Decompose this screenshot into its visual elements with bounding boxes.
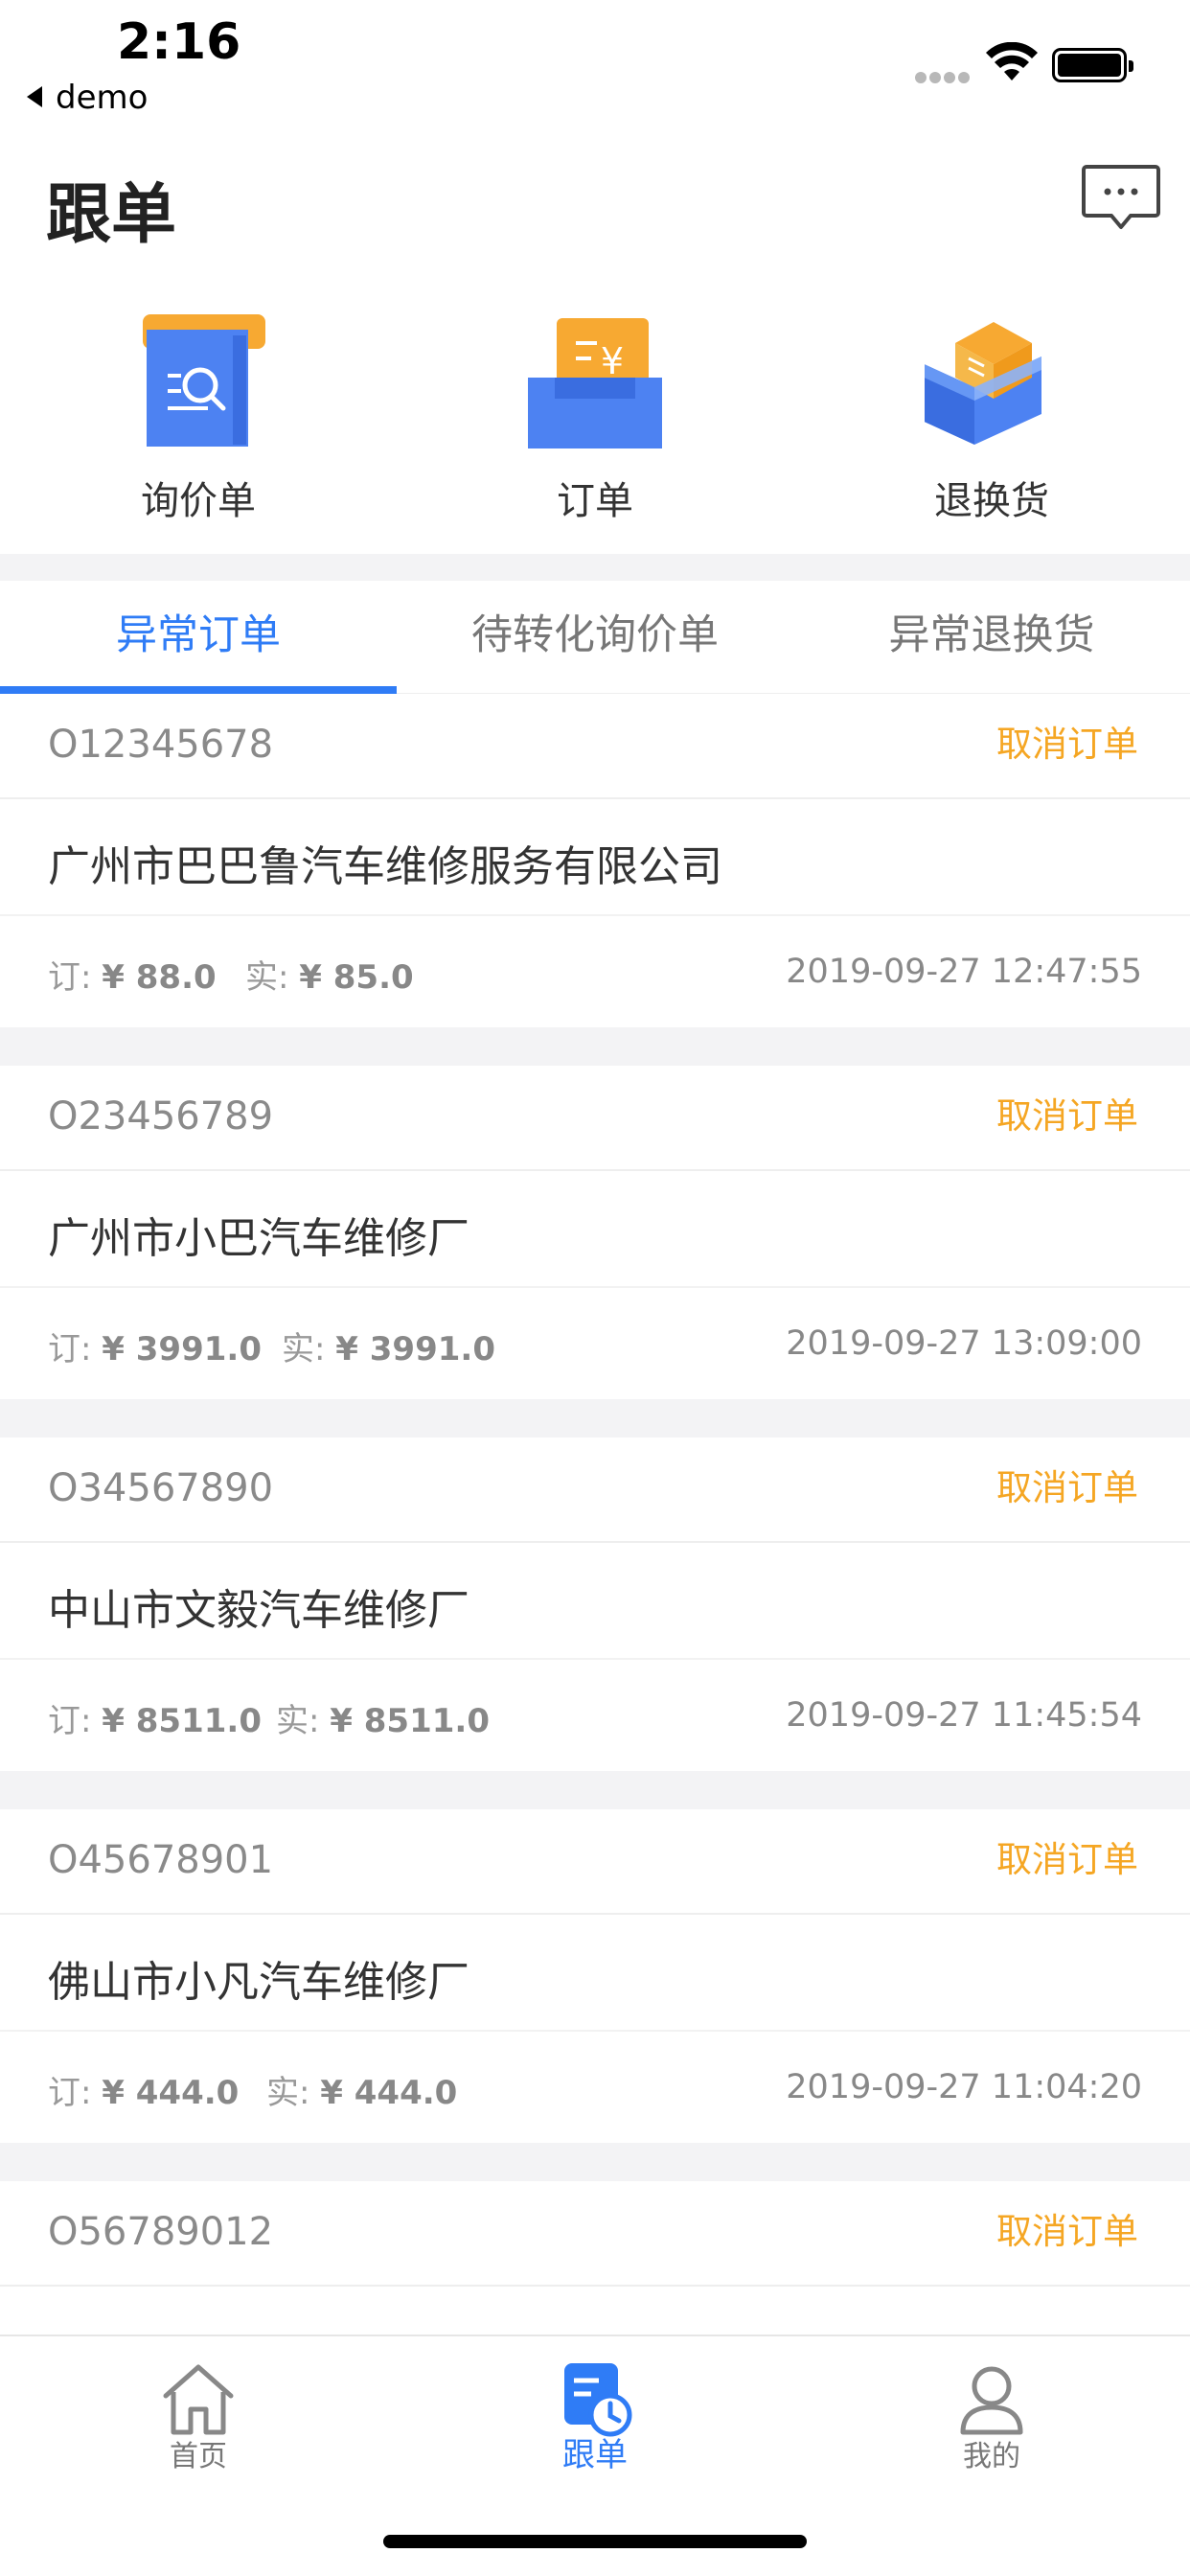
back-triangle-icon	[27, 85, 42, 107]
order-tray-icon: ¥	[528, 318, 662, 448]
shortcut-label: 询价单	[141, 479, 256, 523]
order-price: 订: ¥ 88.0	[48, 958, 217, 997]
order-time: 2019-09-27 11:45:54	[786, 1696, 1142, 1735]
battery-icon	[1052, 48, 1133, 82]
order-time: 2019-09-27 13:09:00	[786, 1324, 1142, 1363]
order-number: O12345678	[48, 723, 274, 767]
order-tabs: 异常订单 待转化询价单 异常退换货	[0, 581, 1190, 694]
cancel-order-button[interactable]: 取消订单	[996, 1830, 1138, 1882]
actual-price: 实: ¥ 3991.0	[282, 1330, 495, 1368]
profile-icon	[960, 2366, 1023, 2435]
shortcut-return[interactable]: 退换货	[793, 305, 1190, 544]
cancel-order-button[interactable]: 取消订单	[996, 1087, 1138, 1138]
back-to-app-link[interactable]: demo	[27, 79, 148, 117]
follow-order-icon	[564, 2363, 632, 2437]
cancel-order-button[interactable]: 取消订单	[996, 2202, 1138, 2254]
tab-bar-label: 首页	[170, 2440, 227, 2473]
tab-bar-profile[interactable]: 我的	[793, 2336, 1190, 2480]
order-card[interactable]: O12345678 取消订单 广州市巴巴鲁汽车维修服务有限公司 订: ¥ 88.…	[0, 694, 1190, 1027]
order-price: 订: ¥ 8511.0	[48, 1702, 262, 1740]
cancel-order-button[interactable]: 取消订单	[996, 715, 1138, 767]
tab-bar-label: 我的	[963, 2440, 1020, 2473]
status-time: 2:16	[117, 13, 241, 71]
order-gap	[0, 2143, 1190, 2181]
active-tab-indicator	[0, 686, 397, 694]
order-card[interactable]: O23456789 取消订单 广州市小巴汽车维修厂 订: ¥ 3991.0 实:…	[0, 1066, 1190, 1399]
company-name: 广州市巴巴鲁汽车维修服务有限公司	[48, 842, 722, 891]
order-time: 2019-09-27 11:04:20	[786, 2068, 1142, 2106]
order-list: O12345678 取消订单 广州市巴巴鲁汽车维修服务有限公司 订: ¥ 88.…	[0, 694, 1190, 2287]
order-number: O56789012	[48, 2210, 274, 2254]
svg-text:¥: ¥	[601, 340, 624, 382]
order-number: O23456789	[48, 1094, 274, 1138]
page-title: 跟单	[46, 177, 177, 253]
order-gap	[0, 1771, 1190, 1809]
home-icon	[163, 2364, 234, 2435]
shortcut-order[interactable]: ¥ 订单	[397, 305, 793, 544]
company-name: 中山市文毅汽车维修厂	[48, 1586, 469, 1635]
order-card[interactable]: O34567890 取消订单 中山市文毅汽车维修厂 订: ¥ 8511.0 实:…	[0, 1438, 1190, 1771]
tab-pending-inquiries[interactable]: 待转化询价单	[397, 581, 793, 694]
order-number: O45678901	[48, 1838, 274, 1882]
order-price: 订: ¥ 3991.0	[48, 1330, 262, 1368]
actual-price: 实: ¥ 8511.0	[276, 1702, 490, 1740]
chat-bubble-icon[interactable]	[1081, 163, 1161, 234]
status-bar: 2:16 demo	[0, 0, 1190, 125]
order-card[interactable]: O56789012 取消订单	[0, 2181, 1190, 2287]
shortcut-inquiry[interactable]: 询价单	[0, 305, 397, 544]
wifi-icon	[986, 42, 1038, 80]
inquiry-doc-icon	[143, 314, 265, 447]
tab-bar-home[interactable]: 首页	[0, 2336, 397, 2480]
tab-bar-follow[interactable]: 跟单	[397, 2336, 793, 2480]
order-time: 2019-09-27 12:47:55	[786, 953, 1142, 991]
home-indicator[interactable]	[383, 2535, 807, 2548]
return-box-icon	[925, 322, 1041, 445]
tab-abnormal-orders[interactable]: 异常订单	[0, 581, 397, 694]
company-name: 佛山市小凡汽车维修厂	[48, 1958, 469, 2007]
order-number: O34567890	[48, 1466, 274, 1510]
section-divider	[0, 554, 1190, 581]
shortcut-label: 退换货	[934, 479, 1049, 523]
order-card[interactable]: O45678901 取消订单 佛山市小凡汽车维修厂 订: ¥ 444.0 实: …	[0, 1809, 1190, 2143]
order-price: 订: ¥ 444.0	[48, 2074, 240, 2112]
tab-bar-label: 跟单	[562, 2436, 628, 2474]
shortcut-row: 询价单 ¥ 订单 退换货	[0, 305, 1190, 544]
order-gap	[0, 1027, 1190, 1066]
actual-price: 实: ¥ 85.0	[245, 958, 414, 997]
company-name: 广州市小巴汽车维修厂	[48, 1214, 469, 1263]
cellular-signal-icon	[915, 69, 973, 87]
tab-abnormal-returns[interactable]: 异常退换货	[793, 581, 1190, 694]
back-app-label: demo	[56, 79, 149, 117]
actual-price: 实: ¥ 444.0	[266, 2074, 458, 2112]
cancel-order-button[interactable]: 取消订单	[996, 1459, 1138, 1510]
order-gap	[0, 1399, 1190, 1438]
shortcut-label: 订单	[557, 479, 633, 523]
